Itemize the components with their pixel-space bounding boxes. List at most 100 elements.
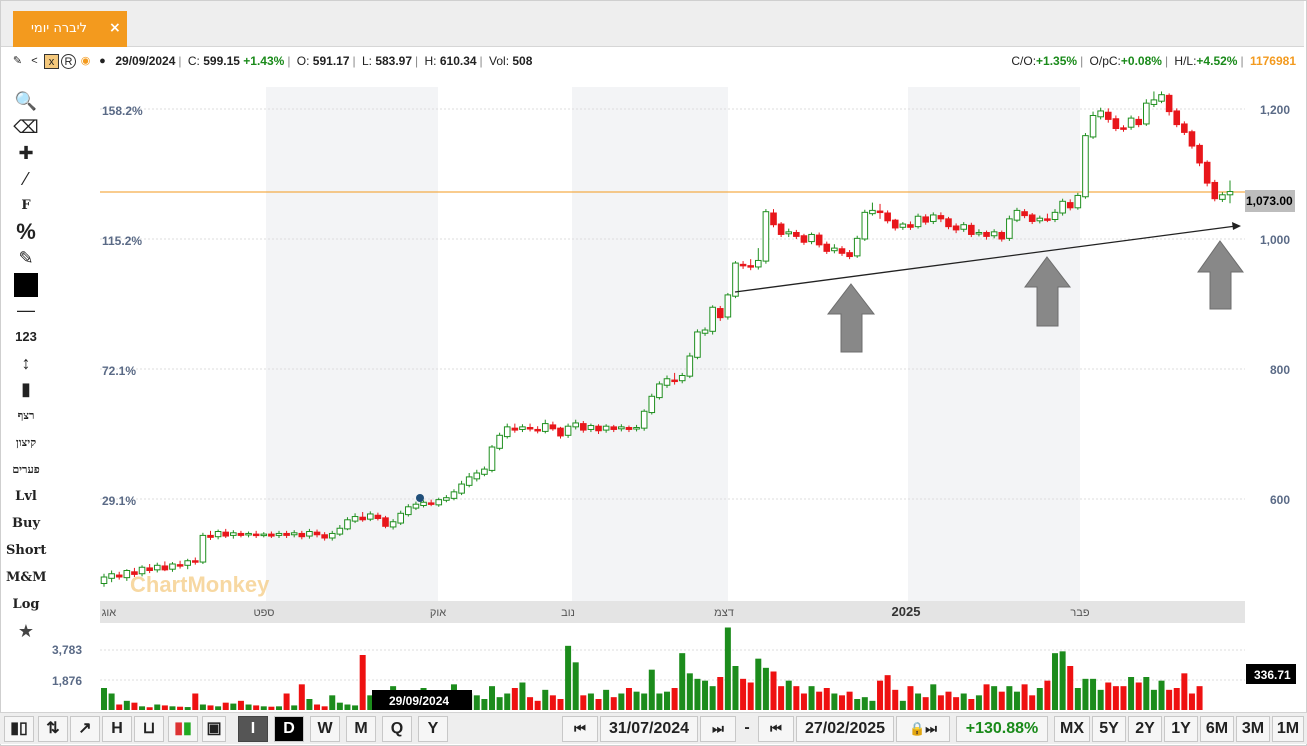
candle	[382, 515, 389, 529]
candle	[503, 423, 511, 439]
start-back-button[interactable]: ⏮	[562, 716, 598, 742]
month-label: דצמ	[714, 607, 734, 619]
candle	[564, 423, 572, 438]
interval-weekly[interactable]: W	[310, 716, 340, 742]
range-2y[interactable]: 2Y	[1128, 716, 1162, 742]
month-label: 2025	[892, 604, 921, 619]
date-range-dash: -	[744, 719, 750, 736]
candle	[846, 250, 853, 260]
volume-bar	[892, 689, 899, 710]
volume-bar	[884, 675, 891, 710]
candle-style-button[interactable]: ▮▯	[4, 716, 34, 742]
range-1y[interactable]: 1Y	[1164, 716, 1198, 742]
candle	[260, 532, 268, 538]
candle	[1112, 115, 1120, 132]
interval-intraday[interactable]: I	[238, 716, 268, 742]
hilo-style-button[interactable]: H	[102, 716, 132, 742]
interval-monthly[interactable]: M	[346, 716, 376, 742]
range-5y[interactable]: 5Y	[1092, 716, 1126, 742]
candle	[724, 292, 732, 320]
volume-bar	[481, 699, 488, 710]
volume-bar	[1082, 678, 1089, 710]
candle	[123, 569, 131, 581]
volume-bar	[633, 691, 640, 710]
volume-bar	[1006, 686, 1013, 710]
candle	[1173, 108, 1181, 128]
volume-bar	[709, 686, 716, 710]
volume-bar	[747, 682, 754, 710]
lock-forward-button[interactable]: 🔒⏭	[896, 716, 950, 742]
month-band	[572, 87, 728, 601]
line-style-button[interactable]: ↗	[70, 716, 100, 742]
candle	[534, 426, 541, 434]
volume-bar	[161, 705, 168, 710]
volume-bar	[656, 693, 663, 710]
volume-bar	[968, 699, 975, 710]
volume-bar	[321, 706, 328, 710]
volume-bar	[298, 684, 305, 710]
bars-style-button[interactable]: ⇅	[38, 716, 68, 742]
volume-bar	[192, 693, 199, 710]
candle	[1059, 198, 1066, 216]
price-chart[interactable]: 158.2% 115.2% 72.1% 29.1% 1,200 1,000 80…	[0, 0, 1307, 712]
volume-bar	[253, 705, 260, 710]
interval-yearly[interactable]: Y	[418, 716, 448, 742]
candle	[739, 261, 747, 269]
candle	[191, 557, 199, 565]
volume-bar	[572, 662, 579, 710]
volume-bar	[542, 689, 549, 710]
range-6m[interactable]: 6M	[1200, 716, 1234, 742]
area-style-button[interactable]: ⊔	[134, 716, 164, 742]
volume-bar	[686, 673, 693, 710]
volume-bar	[336, 702, 343, 710]
period-change: +130.88%	[956, 716, 1048, 742]
volume-bar	[953, 697, 960, 710]
candle	[450, 489, 458, 501]
volume-bar	[245, 704, 252, 710]
candle	[1143, 99, 1150, 126]
end-back-button[interactable]: ⏮	[758, 716, 794, 742]
volume-bar	[717, 677, 724, 710]
volume-bar	[108, 693, 115, 710]
range-1m[interactable]: 1M	[1272, 716, 1304, 742]
candle	[108, 570, 115, 583]
price-axis-label: 1,000	[1260, 233, 1290, 247]
start-forward-button[interactable]: ⏭	[700, 716, 736, 742]
volume-bar	[1067, 666, 1074, 710]
volume-bar	[618, 693, 625, 710]
volume-bar	[1188, 693, 1195, 710]
candle	[1219, 192, 1226, 202]
range-mx[interactable]: MX	[1054, 716, 1090, 742]
candle	[884, 210, 891, 224]
event-marker[interactable]	[416, 494, 424, 502]
candle	[808, 232, 815, 245]
color-bars-button[interactable]: ▮▮	[168, 716, 198, 742]
range-3m[interactable]: 3M	[1236, 716, 1270, 742]
candle	[762, 209, 770, 264]
candle	[458, 480, 465, 496]
volume-bar	[1181, 673, 1188, 710]
candle	[1181, 121, 1188, 135]
candle	[488, 445, 496, 473]
volume-bar	[131, 702, 138, 710]
volume-bar	[770, 671, 777, 710]
month-band	[908, 87, 1080, 601]
month-label: אוק	[430, 607, 446, 619]
interval-daily[interactable]: D	[274, 716, 304, 742]
volume-bar	[352, 705, 359, 710]
candle	[686, 352, 694, 379]
volume-bar	[1097, 689, 1104, 710]
end-date[interactable]: 27/02/2025	[796, 716, 894, 742]
candle	[222, 528, 230, 538]
candle	[831, 244, 838, 254]
volume-bar	[755, 658, 762, 710]
volume-bar	[1013, 691, 1020, 710]
candle	[115, 571, 123, 580]
volume-bar	[793, 686, 800, 710]
candle	[169, 562, 176, 572]
start-date[interactable]: 31/07/2024	[600, 716, 698, 742]
interval-quarterly[interactable]: Q	[382, 716, 412, 742]
volume-bar	[534, 700, 541, 710]
candle	[230, 530, 237, 539]
save-icon[interactable]: ▣	[202, 716, 226, 742]
